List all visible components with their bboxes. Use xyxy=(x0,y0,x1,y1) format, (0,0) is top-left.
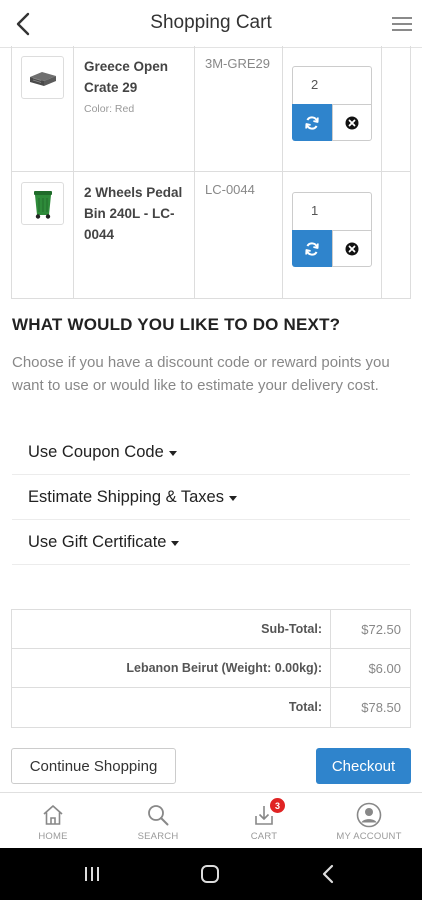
home-system-button[interactable] xyxy=(180,848,240,900)
recent-apps-button[interactable] xyxy=(62,848,122,900)
quantity-input[interactable]: 1 xyxy=(292,192,372,230)
totals-row: Lebanon Beirut (Weight: 0.00kg): $6.00 xyxy=(12,649,410,688)
tab-search[interactable]: SEARCH xyxy=(108,793,208,849)
home-circle-icon xyxy=(201,865,219,883)
caret-down-icon xyxy=(228,495,237,501)
product-option: Color: Red xyxy=(84,103,135,115)
shipping-label: Lebanon Beirut (Weight: 0.00kg): xyxy=(12,649,331,687)
caret-down-icon xyxy=(168,450,177,456)
next-options-list: Use Coupon Code Estimate Shipping & Taxe… xyxy=(12,430,410,565)
product-name-link[interactable]: Greece Open Crate 29 Color: Red xyxy=(84,56,188,116)
bin-icon xyxy=(33,190,52,219)
user-account-icon xyxy=(356,802,382,828)
app-header: Shopping Cart xyxy=(0,0,422,48)
continue-shopping-button[interactable]: Continue Shopping xyxy=(11,748,176,784)
section-heading: WHAT WOULD YOU LIKE TO DO NEXT? xyxy=(12,315,341,334)
total-value: $78.50 xyxy=(361,700,401,715)
checkout-button[interactable]: Checkout xyxy=(316,748,411,784)
shipping-value: $6.00 xyxy=(368,661,401,676)
totals-row: Total: $78.50 xyxy=(12,688,410,727)
update-quantity-button[interactable] xyxy=(292,104,332,141)
home-icon xyxy=(43,805,63,825)
totals-row: Sub-Total: $72.50 xyxy=(12,610,410,649)
quantity-input[interactable]: 2 xyxy=(292,66,372,104)
product-name-link[interactable]: 2 Wheels Pedal Bin 240L - LC-0044 xyxy=(84,182,188,245)
back-system-button[interactable] xyxy=(298,848,358,900)
subtotal-value: $72.50 xyxy=(361,622,401,637)
product-model: LC-0044 xyxy=(205,182,255,197)
cart-table: Greece Open Crate 29 Color: Red 3M-GRE29… xyxy=(11,46,411,299)
recent-apps-icon xyxy=(85,867,99,881)
refresh-icon xyxy=(305,115,319,130)
cart-count-badge: 3 xyxy=(270,798,285,813)
coupon-code-toggle[interactable]: Use Coupon Code xyxy=(12,430,410,475)
section-description: Choose if you have a discount code or re… xyxy=(12,354,390,394)
remove-item-button[interactable] xyxy=(332,230,372,267)
system-navigation-bar xyxy=(0,848,422,900)
caret-down-icon xyxy=(171,540,180,546)
estimate-shipping-toggle[interactable]: Estimate Shipping & Taxes xyxy=(12,475,410,520)
refresh-icon xyxy=(305,241,319,256)
close-circle-icon xyxy=(345,242,359,255)
total-label: Total: xyxy=(12,688,331,727)
search-icon xyxy=(148,805,169,826)
crate-icon xyxy=(29,71,56,86)
totals-table: Sub-Total: $72.50 Lebanon Beirut (Weight… xyxy=(11,609,411,728)
gift-certificate-toggle[interactable]: Use Gift Certificate xyxy=(12,520,410,565)
back-arrow-icon xyxy=(322,864,334,884)
product-thumbnail[interactable] xyxy=(21,56,64,99)
bottom-tab-bar: HOME SEARCH 3 CART MY ACCOUNT xyxy=(0,792,422,848)
remove-item-button[interactable] xyxy=(332,104,372,141)
table-row: 2 Wheels Pedal Bin 240L - LC-0044 LC-004… xyxy=(12,172,410,298)
close-circle-icon xyxy=(345,116,359,129)
tab-my-account[interactable]: MY ACCOUNT xyxy=(319,793,419,849)
tab-cart[interactable]: 3 CART xyxy=(214,793,314,849)
tab-home[interactable]: HOME xyxy=(3,793,103,849)
hamburger-menu-icon[interactable] xyxy=(388,10,416,38)
product-thumbnail[interactable] xyxy=(21,182,64,225)
table-row: Greece Open Crate 29 Color: Red 3M-GRE29… xyxy=(12,46,410,172)
update-quantity-button[interactable] xyxy=(292,230,332,267)
product-model: 3M-GRE29 xyxy=(205,56,271,71)
page-title: Shopping Cart xyxy=(150,12,272,33)
subtotal-label: Sub-Total: xyxy=(12,610,331,648)
